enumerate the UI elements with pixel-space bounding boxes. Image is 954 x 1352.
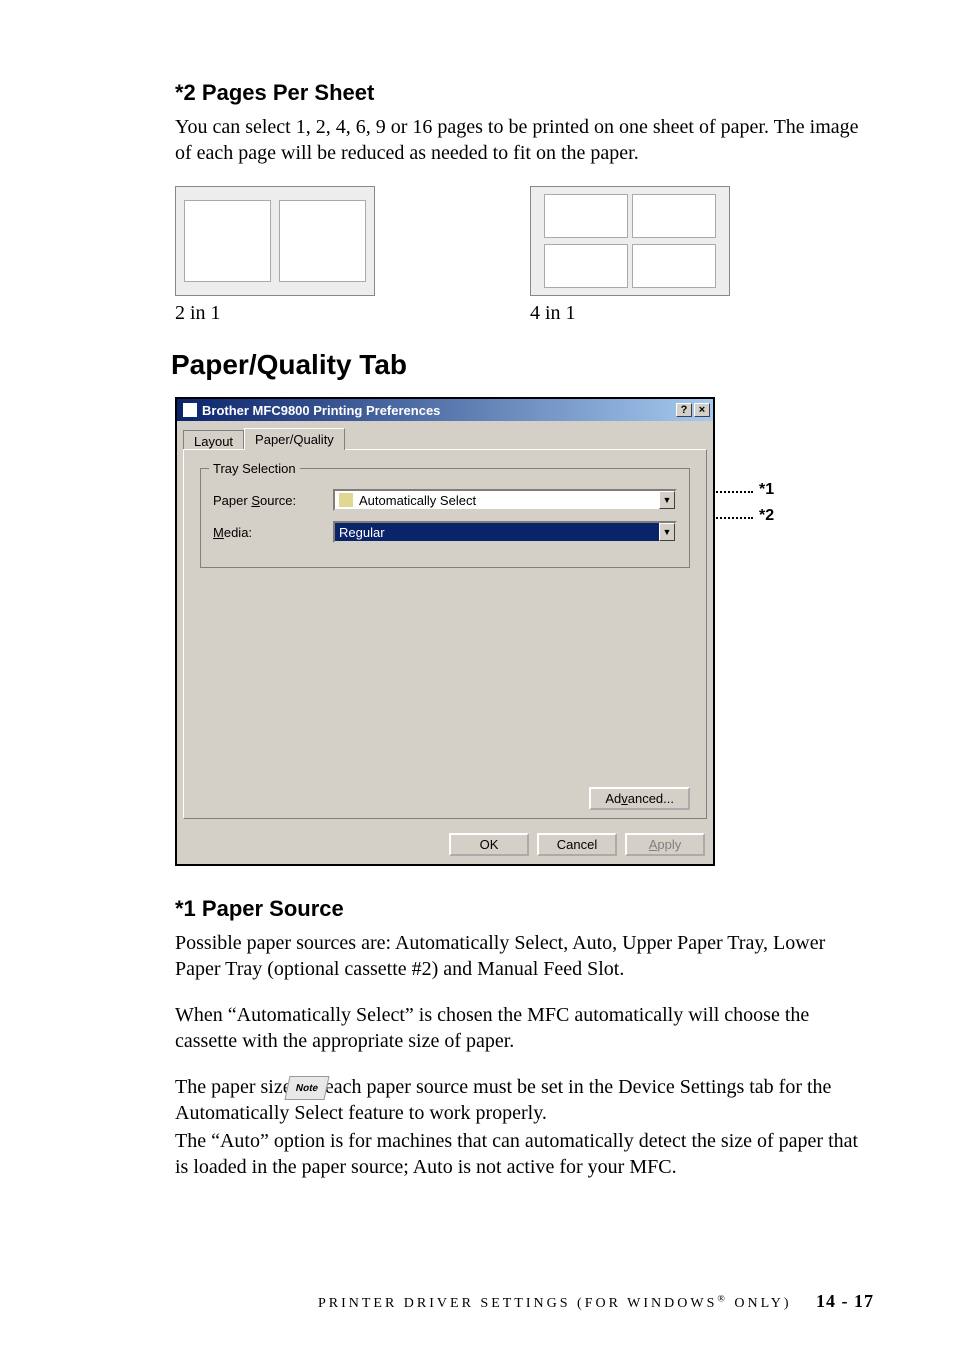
app-icon [183, 403, 197, 417]
footer-text-b: ONLY) [728, 1296, 792, 1311]
close-button[interactable]: × [694, 403, 710, 417]
mini-page [544, 194, 628, 237]
mini-page [632, 244, 716, 287]
paper-source-row: Paper Source: Automatically Select ▼ [213, 489, 677, 511]
advanced-button[interactable]: Advanced... [589, 787, 690, 810]
caption-4in1: 4 in 1 [530, 302, 730, 325]
mini-page [632, 194, 716, 237]
caption-row: 2 in 1 4 in 1 [175, 302, 874, 325]
tab-paper-quality[interactable]: Paper/Quality [244, 428, 345, 450]
tray-selection-group: Tray Selection Paper Source: Automatical… [200, 468, 690, 568]
dialog-title: Brother MFC9800 Printing Preferences [202, 403, 676, 418]
media-row: Media: Regular ▼ [213, 521, 677, 543]
paper-source-label: Paper Source: [213, 493, 333, 508]
footer-text-a: PRINTER DRIVER SETTINGS (FOR WINDOWS [318, 1296, 717, 1311]
titlebar-buttons: ? × [676, 403, 710, 417]
para-auto-select: When “Automatically Select” is chosen th… [175, 1002, 874, 1054]
registered-icon: ® [717, 1293, 727, 1304]
heading-paper-quality-tab: Paper/Quality Tab [171, 349, 874, 381]
footer: PRINTER DRIVER SETTINGS (FOR WINDOWS® ON… [318, 1291, 874, 1312]
advanced-row: Advanced... [589, 791, 690, 806]
para-note-b: The “Auto” option is for machines that c… [175, 1128, 874, 1180]
help-button[interactable]: ? [676, 403, 692, 417]
caption-2in1: 2 in 1 [175, 302, 375, 325]
callout-2: *2 [759, 507, 774, 525]
callout-line [713, 491, 753, 493]
para-pages-per-sheet: You can select 1, 2, 4, 6, 9 or 16 pages… [175, 114, 874, 166]
button-bar: OK Cancel Apply [177, 825, 713, 864]
mini-page [279, 200, 366, 283]
mini-page [544, 244, 628, 287]
heading-pages-per-sheet: *2 Pages Per Sheet [175, 80, 874, 106]
mini-page [184, 200, 271, 283]
group-label: Tray Selection [209, 461, 300, 476]
printing-preferences-dialog: Brother MFC9800 Printing Preferences ? ×… [175, 397, 715, 866]
apply-button[interactable]: Apply [625, 833, 705, 856]
para-possible-sources: Possible paper sources are: Automaticall… [175, 930, 874, 982]
media-select[interactable]: Regular ▼ [333, 521, 677, 543]
page-number: 14 - 17 [816, 1291, 874, 1311]
cancel-button[interactable]: Cancel [537, 833, 617, 856]
para-note-a: The paper size for each paper source mus… [175, 1074, 874, 1126]
media-label: Media: [213, 525, 333, 540]
callout-1: *1 [759, 481, 774, 499]
titlebar: Brother MFC9800 Printing Preferences ? × [177, 399, 713, 421]
figure-4in1 [530, 186, 730, 296]
figure-4in1-placeholder [530, 186, 730, 296]
media-value: Regular [339, 525, 385, 540]
figure-row [175, 186, 874, 296]
tab-body: Tray Selection Paper Source: Automatical… [183, 449, 707, 819]
chevron-down-icon[interactable]: ▼ [659, 523, 675, 541]
dialog-wrap: Brother MFC9800 Printing Preferences ? ×… [175, 397, 745, 866]
figure-2in1-placeholder [175, 186, 375, 296]
tray-icon [339, 493, 353, 507]
ok-button[interactable]: OK [449, 833, 529, 856]
callout-line [713, 517, 753, 519]
paper-source-select[interactable]: Automatically Select ▼ [333, 489, 677, 511]
note-label: Note [284, 1076, 329, 1100]
figure-2in1 [175, 186, 375, 296]
tab-strip: Layout Paper/Quality [177, 421, 713, 449]
paper-source-value: Automatically Select [359, 493, 476, 508]
heading-paper-source: *1 Paper Source [175, 896, 874, 922]
chevron-down-icon[interactable]: ▼ [659, 491, 675, 509]
